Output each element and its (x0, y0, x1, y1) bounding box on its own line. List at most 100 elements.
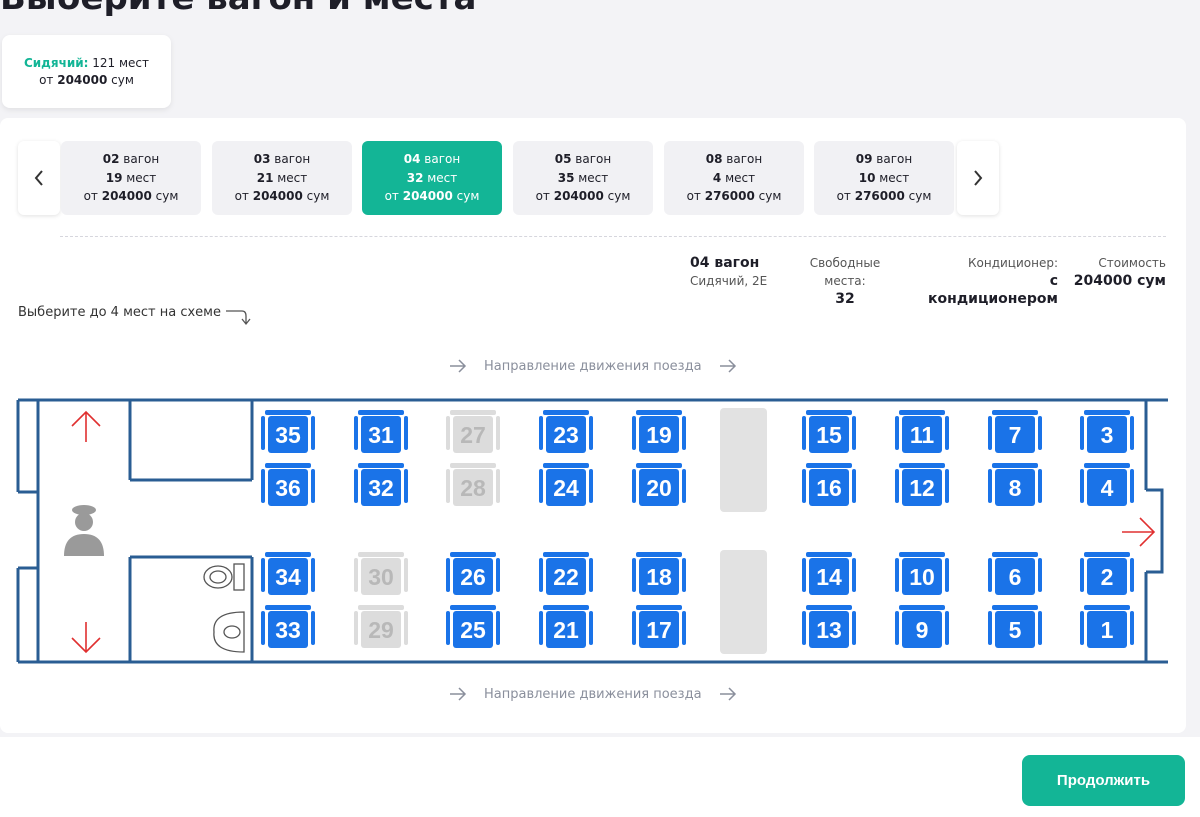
seat-24[interactable]: 24 (539, 463, 593, 506)
car-seat-count: 21 (256, 170, 274, 185)
seat-9[interactable]: 9 (895, 605, 949, 648)
ac-value: с кондиционером (928, 273, 1058, 307)
car-word: вагон (424, 152, 461, 166)
car-info-title: 04 вагон Сидячий, 2Е (690, 254, 767, 290)
seat-19[interactable]: 19 (632, 410, 686, 453)
seat-34[interactable]: 34 (261, 552, 315, 595)
seat-35[interactable]: 35 (261, 410, 315, 453)
car-tab-02[interactable]: 02 вагон 19 мест от 204000 сум (61, 141, 201, 215)
seat-18[interactable]: 18 (632, 552, 686, 595)
seat-22[interactable]: 22 (539, 552, 593, 595)
class-filter-card[interactable]: Сидячий: 121 мест от 204000 сум (2, 35, 171, 108)
continue-button[interactable]: Продолжить (1022, 755, 1185, 806)
car-word: вагон (123, 152, 160, 166)
seat-number: 32 (368, 475, 394, 501)
car-tab-08[interactable]: 08 вагон 4 мест от 276000 сум (664, 141, 804, 215)
seat-12[interactable]: 12 (895, 463, 949, 506)
exit-arrow-down-icon (71, 622, 101, 654)
seat-2[interactable]: 2 (1080, 552, 1134, 595)
seat-number: 13 (816, 617, 842, 643)
seat-number: 31 (368, 422, 394, 448)
seat-31[interactable]: 31 (354, 410, 408, 453)
seat-16[interactable]: 16 (802, 463, 856, 506)
seat-13[interactable]: 13 (802, 605, 856, 648)
seat-number: 6 (1009, 564, 1022, 590)
seat-6[interactable]: 6 (988, 552, 1042, 595)
seat-25[interactable]: 25 (446, 605, 500, 648)
seat-number: 21 (553, 617, 579, 643)
car-number: 04 (403, 152, 421, 166)
seat-32[interactable]: 32 (354, 463, 408, 506)
car-tab-04[interactable]: 04 вагон 32 мест от 204000 сум (362, 141, 502, 215)
seat-26[interactable]: 26 (446, 552, 500, 595)
seat-number: 35 (275, 422, 301, 448)
page-title: Выберите вагон и места (0, 0, 476, 18)
seat-33[interactable]: 33 (261, 605, 315, 648)
car-price: 204000 (252, 189, 303, 203)
seat-5[interactable]: 5 (988, 605, 1042, 648)
currency: сум (758, 189, 782, 203)
seat-36[interactable]: 36 (261, 463, 315, 506)
seat-10[interactable]: 10 (895, 552, 949, 595)
free-seats-value: 32 (835, 291, 855, 307)
car-price: 204000 (101, 189, 152, 203)
car-number: 02 (102, 152, 120, 166)
seat-number: 7 (1009, 422, 1022, 448)
table (720, 408, 767, 512)
seat-number: 28 (460, 475, 486, 501)
seat-8[interactable]: 8 (988, 463, 1042, 506)
seat-29: 29 (354, 605, 408, 648)
seat-21[interactable]: 21 (539, 605, 593, 648)
seat-3[interactable]: 3 (1080, 410, 1134, 453)
currency: сум (607, 189, 631, 203)
car-seat-count: 4 (712, 170, 722, 185)
seat-number: 3 (1101, 422, 1114, 448)
seat-number: 33 (275, 617, 301, 643)
currency: сум (155, 189, 179, 203)
seat-20[interactable]: 20 (632, 463, 686, 506)
car-tab-05[interactable]: 05 вагон 35 мест от 204000 сум (513, 141, 653, 215)
chevron-right-icon[interactable] (957, 141, 999, 215)
seat-number: 10 (909, 564, 935, 590)
car-type: Сидячий, 2Е (690, 274, 768, 288)
seat-4[interactable]: 4 (1080, 463, 1134, 506)
seat-23[interactable]: 23 (539, 410, 593, 453)
seat-number: 23 (553, 422, 579, 448)
currency: сум (306, 189, 330, 203)
arrow-right-icon (450, 359, 467, 373)
car-number: 03 (253, 152, 271, 166)
class-seats: 121 мест (92, 56, 150, 70)
car-tab-09[interactable]: 09 вагон 10 мест от 276000 сум (814, 141, 954, 215)
seat-number: 22 (553, 564, 579, 590)
car-info-free: Свободные места: 32 (790, 254, 900, 308)
currency: сум (908, 189, 932, 203)
arrow-right-icon (450, 687, 467, 701)
seat-number: 15 (816, 422, 842, 448)
seat-number: 25 (460, 617, 486, 643)
conductor-icon (64, 505, 104, 556)
car-seat-count: 32 (406, 170, 424, 185)
seat-number: 27 (460, 422, 486, 448)
free-seats-label: Свободные места: (809, 256, 881, 288)
seat-number: 14 (816, 564, 842, 590)
car-word: вагон (274, 152, 311, 166)
car-price: 276000 (704, 189, 755, 203)
seats-word: мест (277, 170, 308, 185)
car-number: 08 (705, 152, 723, 166)
curved-arrow-icon (226, 310, 251, 326)
car-info-ac: Кондиционер: с кондиционером (918, 254, 1058, 308)
seat-number: 30 (368, 564, 394, 590)
seat-17[interactable]: 17 (632, 605, 686, 648)
seat-number: 2 (1101, 564, 1114, 590)
class-price: 204000 (57, 73, 108, 87)
seat-15[interactable]: 15 (802, 410, 856, 453)
seat-11[interactable]: 11 (895, 410, 949, 453)
seat-1[interactable]: 1 (1080, 605, 1134, 648)
footer-bar (0, 737, 1200, 817)
seat-14[interactable]: 14 (802, 552, 856, 595)
chevron-left-icon[interactable] (18, 141, 60, 215)
seat-7[interactable]: 7 (988, 410, 1042, 453)
car-word: вагон (726, 152, 763, 166)
car-tab-03[interactable]: 03 вагон 21 мест от 204000 сум (212, 141, 352, 215)
price-prefix: от (39, 73, 54, 87)
